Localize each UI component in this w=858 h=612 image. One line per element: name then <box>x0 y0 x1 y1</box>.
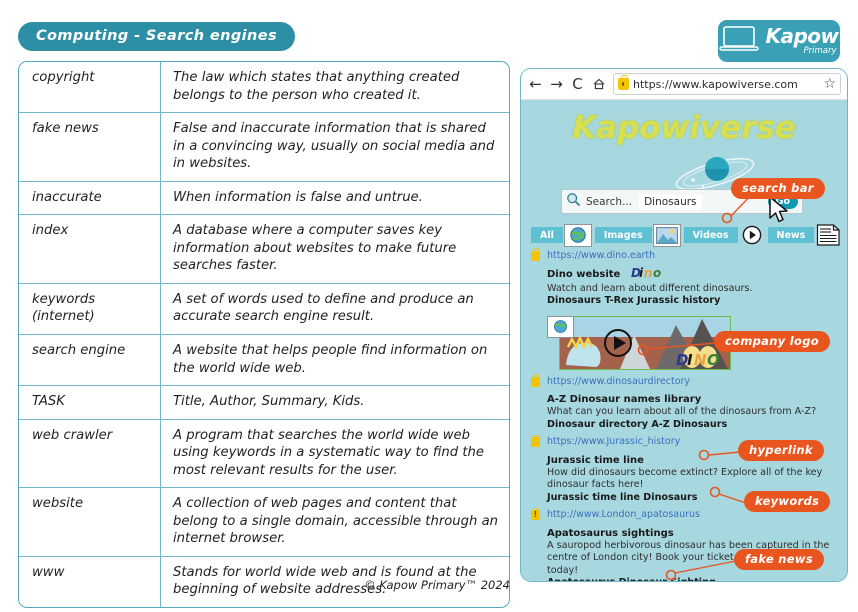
vocab-term: index <box>19 214 161 283</box>
browser-toolbar: ← → C https://www.kapowiverse.com ☆ <box>521 69 847 100</box>
result-url[interactable]: https://www.dinosaurdirectory <box>547 376 837 388</box>
back-arrow-icon[interactable]: ← <box>527 75 544 94</box>
kapow-primary-logo: Kapow Primary <box>718 20 840 62</box>
dino-company-logo-icon: D i n o <box>631 264 665 283</box>
table-row: inaccurate When information is false and… <box>19 180 509 215</box>
callout-fake-news: fake news <box>734 549 824 570</box>
tab-images[interactable]: Images <box>594 227 652 243</box>
padlock-icon <box>618 75 629 90</box>
url-text: https://www.kapowiverse.com <box>633 77 798 91</box>
svg-text:N: N <box>694 351 707 369</box>
vocab-definition: A program that searches the world wide w… <box>161 418 509 488</box>
result-keywords: Apatosaurus Dinosaur Sighting <box>547 577 837 581</box>
result-keywords: Dinosaur directory A-Z Dinosaurs <box>547 418 728 430</box>
kapow-logo-main: Kapow <box>765 24 839 49</box>
result-title[interactable]: Dino website <box>547 268 620 281</box>
warning-icon <box>531 507 540 521</box>
globe-favicon-icon <box>547 315 574 338</box>
table-row: web crawler A program that searches the … <box>19 418 509 488</box>
kapow-logo-sub: Primary <box>803 46 837 57</box>
reload-icon[interactable]: C <box>569 75 586 94</box>
tab-all[interactable]: All <box>531 227 563 243</box>
result-description: What can you learn about all of the dino… <box>547 406 817 418</box>
svg-text:I: I <box>687 351 693 369</box>
vocab-term: keywords (internet) <box>19 282 161 335</box>
vocab-term: website <box>19 487 161 556</box>
browser-illustration-panel: Kapow Primary ← → C https://www.kapowive… <box>518 14 848 594</box>
bookmark-star-icon[interactable]: ☆ <box>823 76 836 92</box>
callout-hyperlink: hyperlink <box>738 440 824 461</box>
padlock-icon <box>531 374 540 387</box>
search-result-item[interactable]: https://www.dinosaurdirectory A-Z Dinosa… <box>531 374 837 432</box>
table-row: search engine A website that helps peopl… <box>19 334 509 386</box>
result-description: Watch and learn about different dinosaur… <box>547 282 753 294</box>
home-icon[interactable] <box>590 75 607 94</box>
table-row: index A database where a computer saves … <box>19 214 509 283</box>
address-bar[interactable]: https://www.kapowiverse.com ☆ <box>613 73 841 95</box>
result-title[interactable]: Jurassic time line <box>547 454 644 467</box>
globe-icon[interactable] <box>563 223 592 247</box>
result-url[interactable]: https://www.dino.earth <box>547 250 837 262</box>
tab-videos[interactable]: Videos <box>683 227 738 243</box>
vocab-term: web crawler <box>19 418 161 488</box>
copyright-footer: © Kapow Primary™ 2024 <box>364 578 510 592</box>
play-icon[interactable] <box>739 225 765 246</box>
table-row: fake news False and inaccurate informati… <box>19 112 509 181</box>
vocab-term: fake news <box>19 112 161 181</box>
vocabulary-table: copyright The law which states that anyt… <box>18 61 510 609</box>
search-input[interactable]: Dinosaurs <box>639 193 702 210</box>
tab-news[interactable]: News <box>767 227 815 243</box>
vocab-definition: A database where a computer saves key in… <box>161 214 509 283</box>
picture-icon[interactable] <box>652 223 681 247</box>
result-title[interactable]: Apatosaurus sightings <box>547 527 674 540</box>
forward-arrow-icon[interactable]: → <box>548 75 565 94</box>
callout-company-logo: company logo <box>714 331 830 352</box>
svg-text:o: o <box>653 266 661 279</box>
vocab-definition: The law which states that anything creat… <box>173 70 460 103</box>
page-title: Computing - Search engines <box>18 22 296 51</box>
vocab-term: inaccurate <box>19 180 161 215</box>
result-keywords: Dinosaurs T-Rex Jurassic history <box>547 295 721 307</box>
laptop-icon <box>719 24 761 58</box>
table-row: keywords (internet) A set of words used … <box>19 282 509 335</box>
vocab-definition: A set of words used to define and produc… <box>161 282 509 334</box>
vocab-definition: A website that helps people find informa… <box>161 334 509 385</box>
search-icon <box>566 192 581 211</box>
search-placeholder-label: Search... <box>586 195 633 208</box>
video-thumbnail[interactable]: D I N O <box>559 315 731 370</box>
vocabulary-table-body: copyright The law which states that anyt… <box>19 62 509 608</box>
vocab-definition: A collection of web pages and content th… <box>161 487 509 556</box>
svg-text:n: n <box>644 266 653 279</box>
table-row: website A collection of web pages and co… <box>19 487 509 556</box>
vocab-definition: False and inaccurate information that is… <box>161 112 509 181</box>
callout-keywords: keywords <box>744 491 831 512</box>
vocab-term: search engine <box>19 334 161 386</box>
search-tab-bar: All Images Videos News <box>531 223 840 247</box>
table-row: copyright The law which states that anyt… <box>19 62 509 113</box>
kapow-wordmark: Kapow Primary <box>765 24 839 57</box>
padlock-icon <box>531 248 540 261</box>
search-results-list: https://www.dino.earth Dino website D i … <box>531 248 837 581</box>
padlock-icon <box>531 434 540 448</box>
vocab-term: TASK <box>19 385 161 419</box>
svg-text:O: O <box>707 351 720 369</box>
result-title[interactable]: A-Z Dinosaur names library <box>547 393 701 406</box>
table-row: TASK Title, Author, Summary, Kids. <box>19 385 509 419</box>
result-description: How did dinosaurs become extinct? Explor… <box>547 467 823 491</box>
document-icon[interactable] <box>815 224 841 246</box>
kapowiverse-wordmark: Kapowiverse <box>572 110 796 146</box>
callout-search-bar: search bar <box>731 178 825 199</box>
search-result-item[interactable]: https://www.dino.earth Dino website D i … <box>531 248 837 308</box>
search-result-item[interactable]: http://www.London_apatosaurus Apatosauru… <box>531 507 837 581</box>
vocab-definition: When information is false and untrue. <box>161 180 509 215</box>
worksheet-left-panel: Computing - Search engines copyright The… <box>18 22 510 609</box>
vocab-definition: Title, Author, Summary, Kids. <box>161 385 509 419</box>
vocab-term: copyright <box>19 62 161 113</box>
